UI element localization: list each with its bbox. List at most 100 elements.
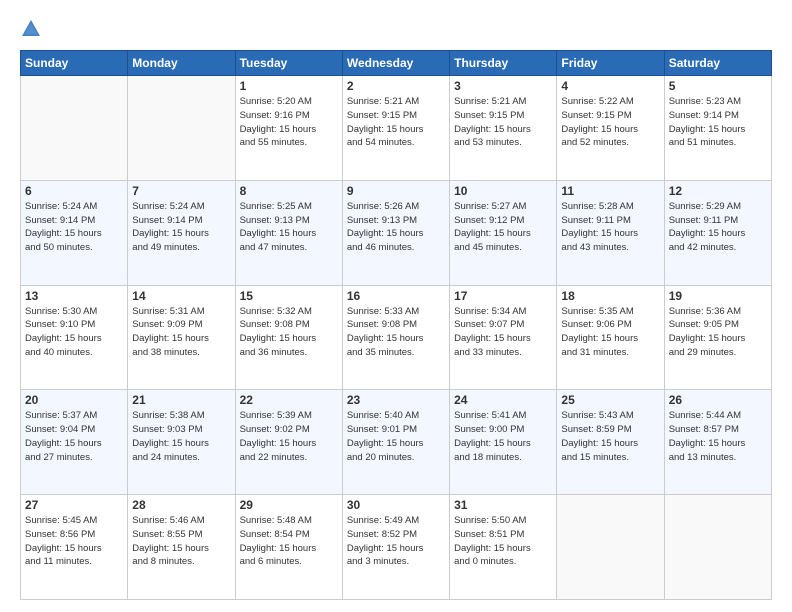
calendar-day-cell: 21 Sunrise: 5:38 AMSunset: 9:03 PMDayligh… bbox=[128, 390, 235, 495]
day-number: 5 bbox=[669, 79, 767, 93]
day-number: 14 bbox=[132, 289, 230, 303]
calendar-day-cell: 20 Sunrise: 5:37 AMSunset: 9:04 PMDayligh… bbox=[21, 390, 128, 495]
calendar-day-cell: 5 Sunrise: 5:23 AMSunset: 9:14 PMDaylight… bbox=[664, 76, 771, 181]
day-info: Sunrise: 5:28 AMSunset: 9:11 PMDaylight:… bbox=[561, 200, 659, 255]
day-number: 3 bbox=[454, 79, 552, 93]
day-info: Sunrise: 5:38 AMSunset: 9:03 PMDaylight:… bbox=[132, 409, 230, 464]
weekday-header-cell: Tuesday bbox=[235, 51, 342, 76]
day-info: Sunrise: 5:43 AMSunset: 8:59 PMDaylight:… bbox=[561, 409, 659, 464]
day-number: 20 bbox=[25, 393, 123, 407]
calendar-empty-cell bbox=[21, 76, 128, 181]
calendar-table: SundayMondayTuesdayWednesdayThursdayFrid… bbox=[20, 50, 772, 600]
day-number: 11 bbox=[561, 184, 659, 198]
day-number: 10 bbox=[454, 184, 552, 198]
calendar-day-cell: 28Sunrise: 5:46 AMSunset: 8:55 PMDayligh… bbox=[128, 495, 235, 600]
calendar-day-cell: 11 Sunrise: 5:28 AMSunset: 9:11 PMDayligh… bbox=[557, 180, 664, 285]
day-info: Sunrise: 5:24 AMSunset: 9:14 PMDaylight:… bbox=[132, 200, 230, 255]
day-info: Sunrise: 5:20 AMSunset: 9:16 PMDaylight:… bbox=[240, 95, 338, 150]
day-number: 9 bbox=[347, 184, 445, 198]
day-info: Sunrise: 5:36 AMSunset: 9:05 PMDaylight:… bbox=[669, 305, 767, 360]
day-info: Sunrise: 5:21 AMSunset: 9:15 PMDaylight:… bbox=[454, 95, 552, 150]
day-info: Sunrise: 5:25 AMSunset: 9:13 PMDaylight:… bbox=[240, 200, 338, 255]
day-info: Sunrise: 5:26 AMSunset: 9:13 PMDaylight:… bbox=[347, 200, 445, 255]
calendar-day-cell: 22 Sunrise: 5:39 AMSunset: 9:02 PMDayligh… bbox=[235, 390, 342, 495]
logo bbox=[20, 18, 46, 40]
calendar-day-cell: 19 Sunrise: 5:36 AMSunset: 9:05 PMDayligh… bbox=[664, 285, 771, 390]
calendar-week-row: 1 Sunrise: 5:20 AMSunset: 9:16 PMDaylight… bbox=[21, 76, 772, 181]
day-info: Sunrise: 5:33 AMSunset: 9:08 PMDaylight:… bbox=[347, 305, 445, 360]
weekday-header-cell: Monday bbox=[128, 51, 235, 76]
calendar-day-cell: 31 Sunrise: 5:50 AMSunset: 8:51 PMDayligh… bbox=[450, 495, 557, 600]
day-info: Sunrise: 5:31 AMSunset: 9:09 PMDaylight:… bbox=[132, 305, 230, 360]
calendar-day-cell: 15Sunrise: 5:32 AMSunset: 9:08 PMDayligh… bbox=[235, 285, 342, 390]
day-number: 22 bbox=[240, 393, 338, 407]
calendar-day-cell: 30 Sunrise: 5:49 AMSunset: 8:52 PMDayligh… bbox=[342, 495, 449, 600]
calendar-day-cell: 4 Sunrise: 5:22 AMSunset: 9:15 PMDaylight… bbox=[557, 76, 664, 181]
day-number: 4 bbox=[561, 79, 659, 93]
day-number: 31 bbox=[454, 498, 552, 512]
day-number: 25 bbox=[561, 393, 659, 407]
day-info: Sunrise: 5:46 AMSunset: 8:55 PMDaylight:… bbox=[132, 514, 230, 569]
calendar-empty-cell bbox=[128, 76, 235, 181]
day-info: Sunrise: 5:29 AMSunset: 9:11 PMDaylight:… bbox=[669, 200, 767, 255]
calendar-day-cell: 24Sunrise: 5:41 AMSunset: 9:00 PMDayligh… bbox=[450, 390, 557, 495]
weekday-header-cell: Thursday bbox=[450, 51, 557, 76]
weekday-header-cell: Wednesday bbox=[342, 51, 449, 76]
calendar-day-cell: 27Sunrise: 5:45 AMSunset: 8:56 PMDayligh… bbox=[21, 495, 128, 600]
calendar-day-cell: 9 Sunrise: 5:26 AMSunset: 9:13 PMDaylight… bbox=[342, 180, 449, 285]
calendar-day-cell: 29 Sunrise: 5:48 AMSunset: 8:54 PMDayligh… bbox=[235, 495, 342, 600]
calendar-day-cell: 12 Sunrise: 5:29 AMSunset: 9:11 PMDayligh… bbox=[664, 180, 771, 285]
calendar-empty-cell bbox=[664, 495, 771, 600]
day-info: Sunrise: 5:21 AMSunset: 9:15 PMDaylight:… bbox=[347, 95, 445, 150]
calendar-day-cell: 13 Sunrise: 5:30 AMSunset: 9:10 PMDayligh… bbox=[21, 285, 128, 390]
calendar-day-cell: 10 Sunrise: 5:27 AMSunset: 9:12 PMDayligh… bbox=[450, 180, 557, 285]
calendar-week-row: 13 Sunrise: 5:30 AMSunset: 9:10 PMDayligh… bbox=[21, 285, 772, 390]
day-info: Sunrise: 5:48 AMSunset: 8:54 PMDaylight:… bbox=[240, 514, 338, 569]
day-info: Sunrise: 5:49 AMSunset: 8:52 PMDaylight:… bbox=[347, 514, 445, 569]
day-number: 6 bbox=[25, 184, 123, 198]
day-info: Sunrise: 5:40 AMSunset: 9:01 PMDaylight:… bbox=[347, 409, 445, 464]
day-info: Sunrise: 5:27 AMSunset: 9:12 PMDaylight:… bbox=[454, 200, 552, 255]
day-number: 17 bbox=[454, 289, 552, 303]
day-info: Sunrise: 5:37 AMSunset: 9:04 PMDaylight:… bbox=[25, 409, 123, 464]
day-info: Sunrise: 5:23 AMSunset: 9:14 PMDaylight:… bbox=[669, 95, 767, 150]
day-number: 13 bbox=[25, 289, 123, 303]
day-number: 30 bbox=[347, 498, 445, 512]
calendar-empty-cell bbox=[557, 495, 664, 600]
weekday-header-row: SundayMondayTuesdayWednesdayThursdayFrid… bbox=[21, 51, 772, 76]
calendar-page: SundayMondayTuesdayWednesdayThursdayFrid… bbox=[0, 0, 792, 612]
calendar-week-row: 27Sunrise: 5:45 AMSunset: 8:56 PMDayligh… bbox=[21, 495, 772, 600]
day-info: Sunrise: 5:22 AMSunset: 9:15 PMDaylight:… bbox=[561, 95, 659, 150]
calendar-day-cell: 17 Sunrise: 5:34 AMSunset: 9:07 PMDayligh… bbox=[450, 285, 557, 390]
calendar-day-cell: 6 Sunrise: 5:24 AMSunset: 9:14 PMDaylight… bbox=[21, 180, 128, 285]
day-number: 29 bbox=[240, 498, 338, 512]
day-info: Sunrise: 5:39 AMSunset: 9:02 PMDaylight:… bbox=[240, 409, 338, 464]
calendar-day-cell: 14 Sunrise: 5:31 AMSunset: 9:09 PMDayligh… bbox=[128, 285, 235, 390]
calendar-day-cell: 2 Sunrise: 5:21 AMSunset: 9:15 PMDaylight… bbox=[342, 76, 449, 181]
calendar-day-cell: 23 Sunrise: 5:40 AMSunset: 9:01 PMDayligh… bbox=[342, 390, 449, 495]
day-number: 7 bbox=[132, 184, 230, 198]
weekday-header-cell: Friday bbox=[557, 51, 664, 76]
day-info: Sunrise: 5:30 AMSunset: 9:10 PMDaylight:… bbox=[25, 305, 123, 360]
weekday-header-cell: Sunday bbox=[21, 51, 128, 76]
day-number: 1 bbox=[240, 79, 338, 93]
day-number: 24 bbox=[454, 393, 552, 407]
day-info: Sunrise: 5:34 AMSunset: 9:07 PMDaylight:… bbox=[454, 305, 552, 360]
day-number: 15 bbox=[240, 289, 338, 303]
day-number: 23 bbox=[347, 393, 445, 407]
day-number: 16 bbox=[347, 289, 445, 303]
day-info: Sunrise: 5:45 AMSunset: 8:56 PMDaylight:… bbox=[25, 514, 123, 569]
calendar-day-cell: 25 Sunrise: 5:43 AMSunset: 8:59 PMDayligh… bbox=[557, 390, 664, 495]
calendar-week-row: 6 Sunrise: 5:24 AMSunset: 9:14 PMDaylight… bbox=[21, 180, 772, 285]
calendar-day-cell: 3 Sunrise: 5:21 AMSunset: 9:15 PMDaylight… bbox=[450, 76, 557, 181]
day-number: 21 bbox=[132, 393, 230, 407]
day-info: Sunrise: 5:24 AMSunset: 9:14 PMDaylight:… bbox=[25, 200, 123, 255]
calendar-body: 1 Sunrise: 5:20 AMSunset: 9:16 PMDaylight… bbox=[21, 76, 772, 600]
day-info: Sunrise: 5:50 AMSunset: 8:51 PMDaylight:… bbox=[454, 514, 552, 569]
header bbox=[20, 18, 772, 40]
day-number: 12 bbox=[669, 184, 767, 198]
calendar-day-cell: 16 Sunrise: 5:33 AMSunset: 9:08 PMDayligh… bbox=[342, 285, 449, 390]
calendar-day-cell: 18Sunrise: 5:35 AMSunset: 9:06 PMDayligh… bbox=[557, 285, 664, 390]
day-number: 19 bbox=[669, 289, 767, 303]
day-number: 2 bbox=[347, 79, 445, 93]
